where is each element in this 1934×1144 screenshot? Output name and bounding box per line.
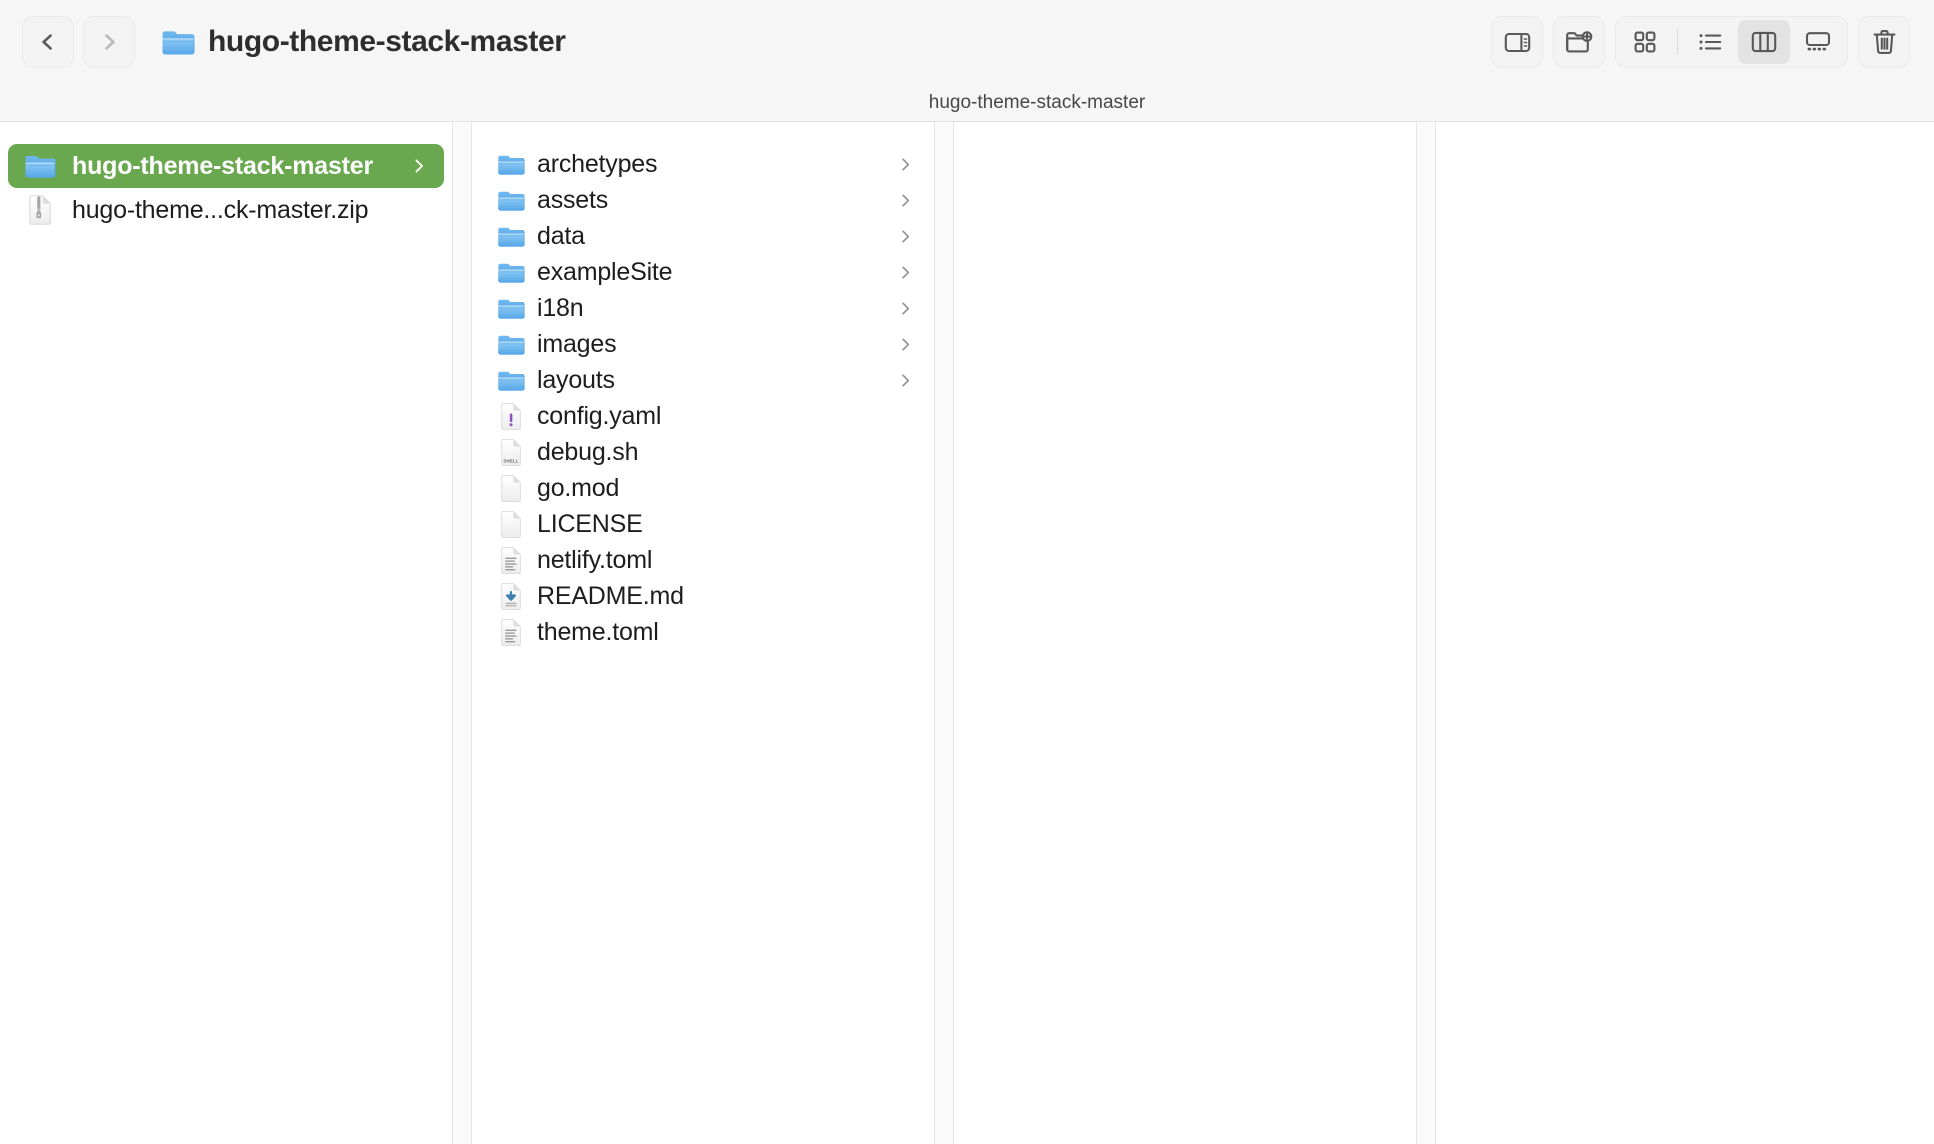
list-view-button[interactable] [1684, 20, 1736, 64]
new-folder-button[interactable] [1553, 16, 1605, 68]
item-name: data [537, 221, 585, 250]
yaml-document-icon [496, 403, 526, 430]
folder-icon [496, 189, 526, 212]
item-name: debug.sh [537, 437, 639, 466]
chevron-left-icon [42, 34, 52, 50]
toolbar-actions [1491, 16, 1910, 68]
list-item[interactable]: theme.toml [472, 614, 934, 650]
list-item[interactable]: netlify.toml [472, 542, 934, 578]
page-title: hugo-theme-stack-master [208, 25, 566, 58]
item-name: LICENSE [537, 509, 643, 538]
sidebar-item-hugo-theme-stack-master[interactable]: hugo-theme-stack-master [8, 144, 444, 188]
chevron-right-icon [105, 34, 115, 50]
sidebar-item-hugo-theme-stack-master-zip[interactable]: hugo-theme...ck-master.zip [8, 188, 444, 232]
column-sidebar: hugo-theme-stack-master hugo-theme...ck-… [0, 122, 452, 1144]
list-item[interactable]: archetypes [472, 146, 934, 182]
column-browser: hugo-theme-stack-master hugo-theme...ck-… [0, 122, 1934, 1144]
trash-icon [1873, 30, 1895, 54]
sidebar-item-label: hugo-theme-stack-master [72, 151, 374, 180]
column-preview-1 [954, 122, 1416, 1144]
list-item[interactable]: i18n [472, 290, 934, 326]
chevron-right-icon [899, 192, 912, 209]
navigation-buttons [22, 16, 135, 68]
sidebar-panel-icon [1504, 32, 1530, 52]
view-switcher-divider [1677, 29, 1678, 55]
forward-button[interactable] [83, 16, 135, 68]
item-name: archetypes [537, 149, 658, 178]
icon-view-button[interactable] [1619, 20, 1671, 64]
sidebar-toggle-button[interactable] [1491, 16, 1543, 68]
column-contents: archetypes assets data exampleSite i18n … [472, 122, 934, 1144]
folder-icon [22, 153, 58, 179]
column-gutter[interactable] [934, 122, 954, 1144]
view-mode-switcher [1615, 16, 1848, 68]
trash-button[interactable] [1858, 16, 1910, 68]
list-item[interactable]: data [472, 218, 934, 254]
blank-document-icon [496, 511, 526, 538]
grid-view-icon [1634, 31, 1656, 53]
list-item[interactable]: exampleSite [472, 254, 934, 290]
finder-window: hugo-theme-stack-master hugo-theme-stack… [0, 0, 1934, 1144]
list-item[interactable]: go.mod [472, 470, 934, 506]
path-bar-current-folder: hugo-theme-stack-master [928, 91, 1146, 113]
chevron-right-icon [899, 300, 912, 317]
gallery-view-button[interactable] [1792, 20, 1844, 64]
list-item[interactable]: images [472, 326, 934, 362]
chevron-right-icon [400, 157, 426, 175]
chevron-right-icon [899, 228, 912, 245]
markdown-document-icon [496, 583, 526, 610]
shell-script-icon [496, 439, 526, 466]
new-folder-plus-icon [1566, 31, 1593, 53]
sidebar-item-label: hugo-theme...ck-master.zip [72, 195, 369, 224]
item-name: exampleSite [537, 257, 673, 286]
item-name: config.yaml [537, 401, 662, 430]
folder-icon [496, 333, 526, 356]
back-button[interactable] [22, 16, 74, 68]
item-name: i18n [537, 293, 584, 322]
window-title-area: hugo-theme-stack-master [161, 25, 566, 59]
text-document-icon [496, 547, 526, 574]
folder-icon [496, 369, 526, 392]
item-name: go.mod [537, 473, 620, 502]
column-gutter[interactable] [452, 122, 472, 1144]
zip-archive-icon [22, 195, 58, 225]
list-item[interactable]: config.yaml [472, 398, 934, 434]
list-view-icon [1699, 34, 1721, 50]
folder-icon [496, 297, 526, 320]
column-view-icon [1751, 31, 1777, 53]
list-item[interactable]: assets [472, 182, 934, 218]
gallery-view-icon [1805, 32, 1831, 51]
list-item[interactable]: debug.sh [472, 434, 934, 470]
item-name: images [537, 329, 617, 358]
chevron-right-icon [899, 264, 912, 281]
list-item[interactable]: README.md [472, 578, 934, 614]
folder-icon [496, 225, 526, 248]
column-gutter[interactable] [1416, 122, 1436, 1144]
folder-icon [496, 153, 526, 176]
item-name: assets [537, 185, 609, 214]
text-document-icon [496, 619, 526, 646]
blank-document-icon [496, 475, 526, 502]
item-name: README.md [537, 581, 684, 610]
list-item[interactable]: layouts [472, 362, 934, 398]
item-name: theme.toml [537, 617, 659, 646]
list-item[interactable]: LICENSE [472, 506, 934, 542]
item-name: layouts [537, 365, 615, 394]
column-preview-2 [1436, 122, 1934, 1144]
toolbar: hugo-theme-stack-master [0, 0, 1934, 84]
chevron-right-icon [899, 156, 912, 173]
item-name: netlify.toml [537, 545, 653, 574]
chevron-right-icon [899, 336, 912, 353]
folder-icon [496, 261, 526, 284]
folder-icon [161, 28, 195, 56]
column-view-button[interactable] [1738, 20, 1790, 64]
path-bar: hugo-theme-stack-master [0, 84, 1934, 122]
chevron-right-icon [899, 372, 912, 389]
